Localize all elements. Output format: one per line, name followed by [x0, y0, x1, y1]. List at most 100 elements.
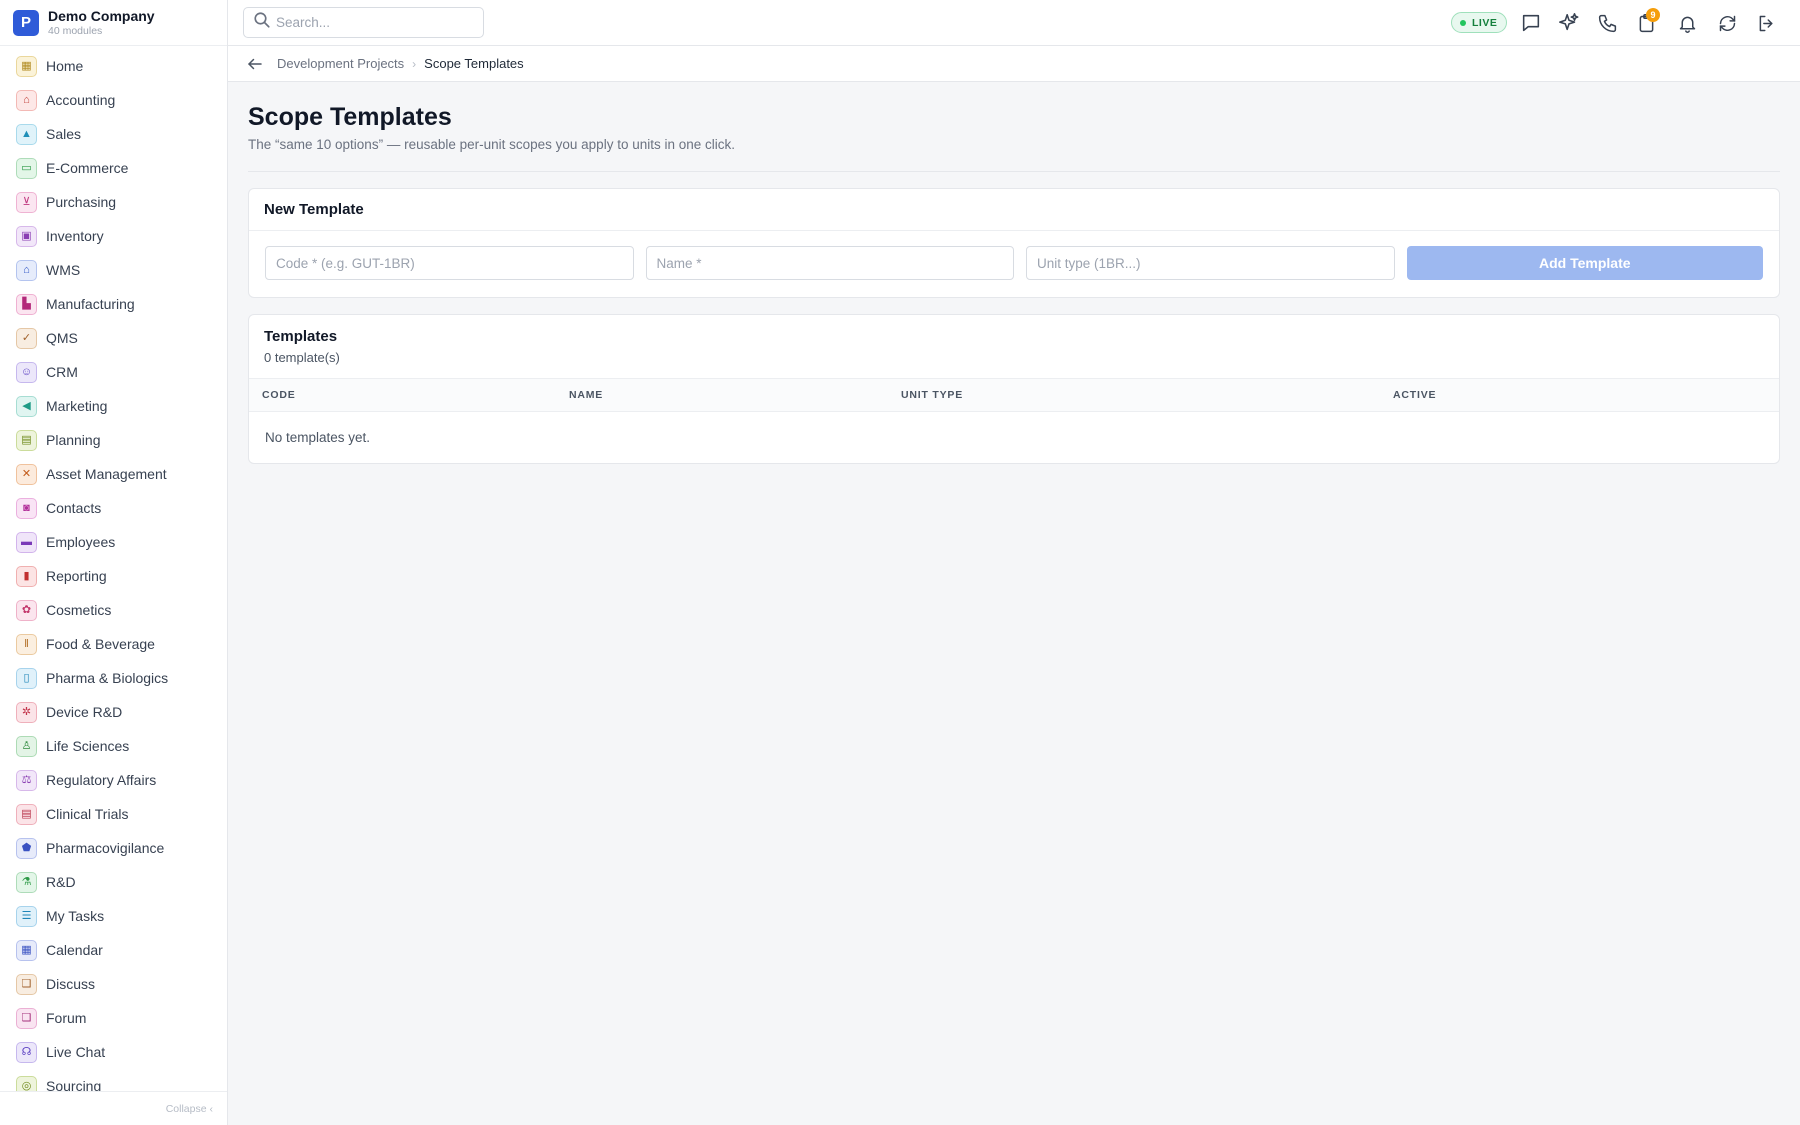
sidebar-item-employees[interactable]: ▬ Employees — [0, 525, 227, 559]
column-header-name[interactable]: NAME — [569, 379, 901, 412]
live-dot-icon — [1460, 19, 1466, 26]
sidebar-item-marketing[interactable]: ◀ Marketing — [0, 389, 227, 423]
column-header-code[interactable]: CODE — [249, 379, 569, 412]
sidebar-item-wms[interactable]: ⌂ WMS — [0, 253, 227, 287]
collapse-label: Collapse ‹ — [165, 1102, 213, 1115]
new-template-form: Add Template — [249, 231, 1779, 280]
breadcrumb-parent-link[interactable]: Development Projects — [277, 56, 404, 71]
sidebar-item-forum[interactable]: ❑ Forum — [0, 1001, 227, 1035]
sidebar-item-label: Life Sciences — [46, 738, 130, 754]
sidebar-item-crm[interactable]: ☺ CRM — [0, 355, 227, 389]
calendar-icon: ▦ — [16, 939, 37, 961]
box-icon: ▣ — [16, 225, 37, 247]
sidebar-item-qms[interactable]: ✓ QMS — [0, 321, 227, 355]
sidebar-item-home[interactable]: ▦ Home — [0, 49, 227, 83]
sidebar-item-calendar[interactable]: ▦ Calendar — [0, 933, 227, 967]
sidebar-item-pharmacovigilance[interactable]: ⬟ Pharmacovigilance — [0, 831, 227, 865]
bell-icon[interactable] — [1674, 10, 1700, 36]
live-status-badge: LIVE — [1451, 12, 1508, 33]
sidebar-item-e-commerce[interactable]: ▭ E-Commerce — [0, 151, 227, 185]
unit-type-field[interactable] — [1026, 246, 1395, 280]
sidebar-item-sales[interactable]: ▲ Sales — [0, 117, 227, 151]
sidebar-item-manufacturing[interactable]: ▙ Manufacturing — [0, 287, 227, 321]
sidebar-item-purchasing[interactable]: ⊻ Purchasing — [0, 185, 227, 219]
sidebar-item-label: My Tasks — [46, 908, 105, 924]
refresh-icon[interactable] — [1714, 10, 1740, 36]
megaphone-icon: ◀ — [16, 395, 37, 417]
sidebar-item-r-d[interactable]: ⚗ R&D — [0, 865, 227, 899]
company-name: Demo Company — [48, 7, 155, 24]
sidebar-item-clinical-trials[interactable]: ▤ Clinical Trials — [0, 797, 227, 831]
column-header-active[interactable]: ACTIVE — [1393, 379, 1779, 412]
sidebar-item-sourcing[interactable]: ◎ Sourcing — [0, 1069, 227, 1091]
calendar-grid-icon: ▤ — [16, 429, 37, 451]
table-header-row: CODE NAME UNIT TYPE ACTIVE — [249, 379, 1779, 412]
sidebar-item-label: Contacts — [46, 500, 102, 516]
badge-check-icon: ✓ — [16, 327, 37, 349]
phone-icon[interactable] — [1594, 10, 1620, 36]
page-subtitle: The “same 10 options” — reusable per-uni… — [248, 137, 736, 152]
sidebar-nav: ▦ Home ⌂ Accounting ▲ Sales ▭ E-Commerce ⊻ Purcha… — [0, 46, 227, 1091]
sidebar-item-cosmetics[interactable]: ✿ Cosmetics — [0, 593, 227, 627]
sidebar-item-label: Asset Management — [46, 466, 167, 482]
templates-table: CODE NAME UNIT TYPE ACTIVE No templates … — [249, 379, 1779, 463]
templates-heading: Templates — [264, 328, 338, 345]
live-label: LIVE — [1472, 16, 1498, 29]
grid-icon: ▦ — [16, 55, 37, 77]
sidebar-item-label: Home — [46, 58, 84, 74]
headset-icon: ☊ — [16, 1041, 37, 1063]
sidebar-item-label: Marketing — [46, 398, 108, 414]
sidebar-item-discuss[interactable]: ❑ Discuss — [0, 967, 227, 1001]
top-bar: LIVE 9 — [228, 0, 1800, 46]
tools-icon: ✕ — [16, 463, 37, 485]
sidebar-item-label: Clinical Trials — [46, 806, 129, 822]
gavel-icon: ⚖ — [16, 769, 37, 791]
collapse-button[interactable]: Collapse ‹ — [0, 1091, 227, 1125]
forum-icon: ❑ — [16, 1007, 37, 1029]
sidebar-item-inventory[interactable]: ▣ Inventory — [0, 219, 227, 253]
sidebar-item-live-chat[interactable]: ☊ Live Chat — [0, 1035, 227, 1069]
sidebar-item-food-beverage[interactable]: ǁ Food & Beverage — [0, 627, 227, 661]
microscope-icon: ♙ — [16, 735, 37, 757]
sidebar-item-label: Live Chat — [46, 1044, 106, 1060]
sidebar-item-reporting[interactable]: ▮ Reporting — [0, 559, 227, 593]
logout-icon[interactable] — [1753, 10, 1779, 36]
sidebar-item-label: WMS — [46, 262, 81, 278]
sidebar-item-asset-management[interactable]: ✕ Asset Management — [0, 457, 227, 491]
sidebar-item-label: Reporting — [46, 568, 107, 584]
sidebar-item-contacts[interactable]: ◙ Contacts — [0, 491, 227, 525]
sidebar-item-life-sciences[interactable]: ♙ Life Sciences — [0, 729, 227, 763]
search-icon — [253, 11, 271, 34]
company-switcher[interactable]: P Demo Company 40 modules — [0, 0, 227, 46]
pill-bottle-icon: ▯ — [16, 667, 37, 689]
sidebar-item-device-r-d[interactable]: ✲ Device R&D — [0, 695, 227, 729]
chat-bubbles-icon: ❑ — [16, 973, 37, 995]
company-module-count: 40 modules — [48, 24, 103, 37]
column-header-unit-type[interactable]: UNIT TYPE — [901, 379, 1393, 412]
breadcrumb-current: Scope Templates — [424, 56, 524, 71]
sidebar-item-label: Employees — [46, 534, 116, 550]
add-template-button[interactable]: Add Template — [1406, 246, 1763, 280]
sidebar-item-label: Cosmetics — [46, 602, 112, 618]
briefcase-icon: ▬ — [16, 531, 37, 553]
back-arrow-icon[interactable] — [245, 54, 265, 74]
sidebar-item-label: Sourcing — [46, 1078, 102, 1091]
sidebar-item-regulatory-affairs[interactable]: ⚖ Regulatory Affairs — [0, 763, 227, 797]
name-field[interactable] — [645, 246, 1014, 280]
sidebar-item-label: Inventory — [46, 228, 104, 244]
chat-icon[interactable] — [1518, 10, 1544, 36]
sidebar-item-label: Sales — [46, 126, 82, 142]
search-box[interactable] — [243, 7, 484, 38]
clipboard-badge-icon[interactable]: 9 — [1633, 8, 1660, 36]
tag-icon: ▲ — [16, 123, 37, 145]
cart-icon: ⊻ — [16, 191, 37, 213]
sparkles-icon[interactable] — [1556, 10, 1582, 36]
sidebar-item-label: Food & Beverage — [46, 636, 155, 652]
code-field[interactable] — [265, 246, 634, 280]
sidebar-item-label: Planning — [46, 432, 101, 448]
search-input[interactable] — [276, 15, 476, 30]
sidebar-item-my-tasks[interactable]: ☰ My Tasks — [0, 899, 227, 933]
sidebar-item-planning[interactable]: ▤ Planning — [0, 423, 227, 457]
sidebar-item-pharma-biologics[interactable]: ▯ Pharma & Biologics — [0, 661, 227, 695]
sidebar-item-accounting[interactable]: ⌂ Accounting — [0, 83, 227, 117]
